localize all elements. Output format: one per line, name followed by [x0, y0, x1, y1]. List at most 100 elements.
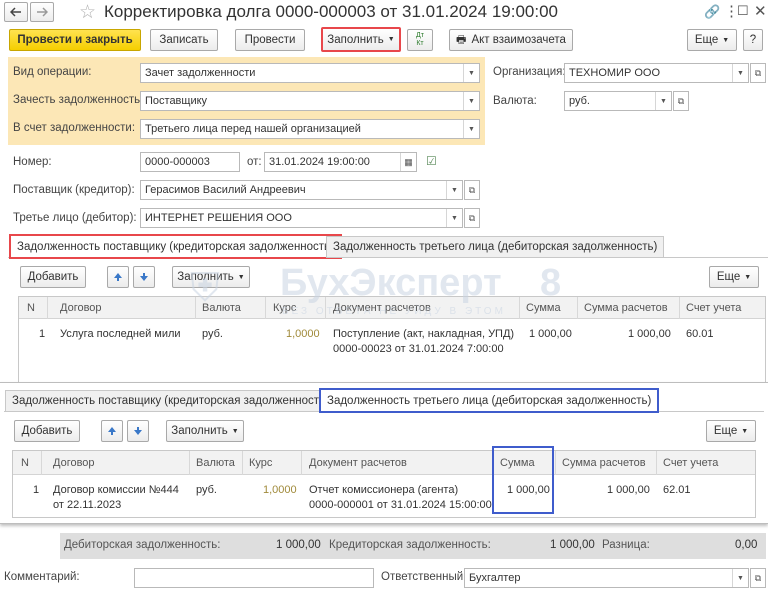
op-type-select[interactable]: Зачет задолженности ▼	[140, 63, 480, 83]
dropdown-icon: ▼	[463, 92, 479, 110]
col-sum[interactable]: Сумма	[526, 302, 561, 314]
table-fill-button[interactable]: Заполнить ▼	[172, 266, 250, 288]
responsible-value: Бухгалтер	[469, 572, 521, 584]
calendar-icon[interactable]: ▦	[400, 153, 416, 171]
tab-supplier-debt[interactable]: Задолженность поставщику (кредиторская з…	[9, 234, 342, 259]
move-down-button-2[interactable]	[127, 420, 149, 442]
op-type-value: Зачет задолженности	[145, 67, 256, 79]
tab-third-party-debt-2[interactable]: Задолженность третьего лица (дебиторская…	[319, 388, 660, 413]
date-value: 31.01.2024 19:00:00	[269, 156, 370, 168]
check-list-icon[interactable]: ☑	[426, 154, 437, 168]
table-row[interactable]: 1 Услуга последней мили руб. 1,0000 Пост…	[19, 319, 765, 359]
forward-button[interactable]	[30, 2, 54, 22]
org-value: ТЕХНОМИР ООО	[569, 67, 661, 79]
row-sum-calc: 1 000,00	[628, 328, 671, 340]
third-party-value: ИНТЕРНЕТ РЕШЕНИЯ ООО	[145, 212, 292, 224]
third-party-open-button[interactable]: ⧉	[464, 208, 480, 228]
tab-third-party-debt[interactable]: Задолженность третьего лица (дебиторская…	[326, 236, 665, 258]
third-party-select[interactable]: ИНТЕРНЕТ РЕШЕНИЯ ООО ▼	[140, 208, 463, 228]
table-fill-button-2[interactable]: Заполнить ▼	[166, 420, 244, 442]
row-doc-line2: 0000-00023 от 31.01.2024 7:00:00	[333, 343, 504, 355]
move-down-button[interactable]	[133, 266, 155, 288]
add-row-button[interactable]: Добавить	[20, 266, 86, 288]
add-row-button-2[interactable]: Добавить	[14, 420, 80, 442]
row-contract-line2: от 22.11.2023	[53, 499, 122, 511]
col-doc[interactable]: Документ расчетов	[309, 457, 407, 469]
save-button[interactable]: Записать	[150, 29, 218, 51]
third-party-label: Третье лицо (дебитор):	[13, 212, 137, 224]
credit-label: Кредиторская задолженность:	[329, 539, 491, 551]
row-currency: руб.	[196, 484, 217, 496]
row-n: 1	[33, 484, 40, 496]
dt-kt-button[interactable]: Дт Кт	[407, 29, 433, 51]
supplier-open-button[interactable]: ⧉	[464, 180, 480, 200]
col-rate[interactable]: Курс	[249, 457, 272, 469]
currency-value: руб.	[569, 95, 590, 107]
offset-value: Поставщику	[145, 95, 208, 107]
close-icon[interactable]: ✕	[754, 2, 767, 20]
supplier-value: Герасимов Василий Андреевич	[145, 184, 306, 196]
responsible-open-button[interactable]: ⧉	[750, 568, 766, 588]
post-and-close-button[interactable]: Провести и закрыть	[9, 29, 141, 51]
table-row[interactable]: 1 Договор комиссии №444 от 22.11.2023 ру…	[13, 475, 755, 517]
move-up-button[interactable]	[107, 266, 129, 288]
col-doc[interactable]: Документ расчетов	[333, 302, 431, 314]
dropdown-arrow-icon: ▼	[741, 427, 749, 435]
post-button[interactable]: Провести	[235, 29, 305, 51]
comment-input[interactable]	[134, 568, 374, 588]
col-account[interactable]: Счет учета	[686, 302, 741, 314]
col-rate[interactable]: Курс	[273, 302, 296, 314]
offset-select[interactable]: Поставщику ▼	[140, 91, 480, 111]
col-account[interactable]: Счет учета	[663, 457, 718, 469]
dt-kt-icon: Дт Кт	[416, 32, 424, 47]
offset-act-button[interactable]: 🖶 Акт взаимозачета	[449, 29, 573, 51]
star-icon[interactable]: ☆	[79, 1, 96, 24]
help-button[interactable]: ?	[743, 29, 763, 51]
tab-supplier-debt-2[interactable]: Задолженность поставщику (кредиторская з…	[5, 390, 336, 412]
col-contract[interactable]: Договор	[60, 302, 102, 314]
more-label: Еще	[694, 34, 719, 46]
op-type-label: Вид операции:	[13, 66, 92, 78]
col-n[interactable]: N	[27, 302, 35, 314]
dropdown-icon: ▼	[463, 120, 479, 138]
date-input[interactable]: 31.01.2024 19:00:00 ▦	[264, 152, 417, 172]
table-more-button-2[interactable]: Еще ▼	[706, 420, 756, 442]
move-up-button-2[interactable]	[101, 420, 123, 442]
number-input[interactable]: 0000-000003	[140, 152, 240, 172]
fill-button-label: Заполнить	[327, 33, 384, 46]
org-open-button[interactable]: ⧉	[750, 63, 766, 83]
dropdown-icon: ▼	[732, 64, 748, 82]
col-n[interactable]: N	[21, 457, 29, 469]
col-contract[interactable]: Договор	[53, 457, 95, 469]
row-rate: 1,0000	[286, 328, 320, 340]
supplier-label: Поставщик (кредитор):	[13, 184, 135, 196]
row-doc-line2: 0000-000001 от 31.01.2024 15:00:00	[309, 499, 492, 511]
tab-supplier-label: Задолженность поставщику (кредиторская з…	[17, 240, 334, 253]
org-select[interactable]: ТЕХНОМИР ООО ▼	[564, 63, 749, 83]
responsible-select[interactable]: Бухгалтер ▼	[464, 568, 749, 588]
link-icon[interactable]: 🔗	[704, 4, 720, 20]
tab-third-label: Задолженность третьего лица (дебиторская…	[333, 241, 658, 253]
debit-label: Дебиторская задолженность:	[64, 539, 221, 551]
col-currency[interactable]: Валюта	[196, 457, 235, 469]
col-currency[interactable]: Валюта	[202, 302, 241, 314]
org-label: Организация:	[493, 66, 566, 78]
col-sum-calc[interactable]: Сумма расчетов	[584, 302, 668, 314]
row-account: 62.01	[663, 484, 691, 496]
against-select[interactable]: Третьего лица перед нашей организацией ▼	[140, 119, 480, 139]
number-value: 0000-000003	[145, 156, 210, 168]
table-more-button[interactable]: Еще ▼	[709, 266, 759, 288]
currency-select[interactable]: руб. ▼	[564, 91, 672, 111]
maximize-icon[interactable]: ☐	[737, 3, 749, 19]
dropdown-arrow-icon: ▼	[237, 273, 245, 281]
back-button[interactable]	[4, 2, 28, 22]
col-sum-calc[interactable]: Сумма расчетов	[562, 457, 646, 469]
supplier-select[interactable]: Герасимов Василий Андреевич ▼	[140, 180, 463, 200]
row-sum-calc: 1 000,00	[607, 484, 650, 496]
overlay-panel: Задолженность поставщику (кредиторская з…	[0, 382, 768, 524]
currency-open-button[interactable]: ⧉	[673, 91, 689, 111]
more-button[interactable]: Еще ▼	[687, 29, 737, 51]
fill-button[interactable]: Заполнить ▼	[321, 27, 401, 52]
table-third-party: N Договор Валюта Курс Документ расчетов …	[12, 450, 756, 518]
dropdown-icon: ▼	[655, 92, 671, 110]
